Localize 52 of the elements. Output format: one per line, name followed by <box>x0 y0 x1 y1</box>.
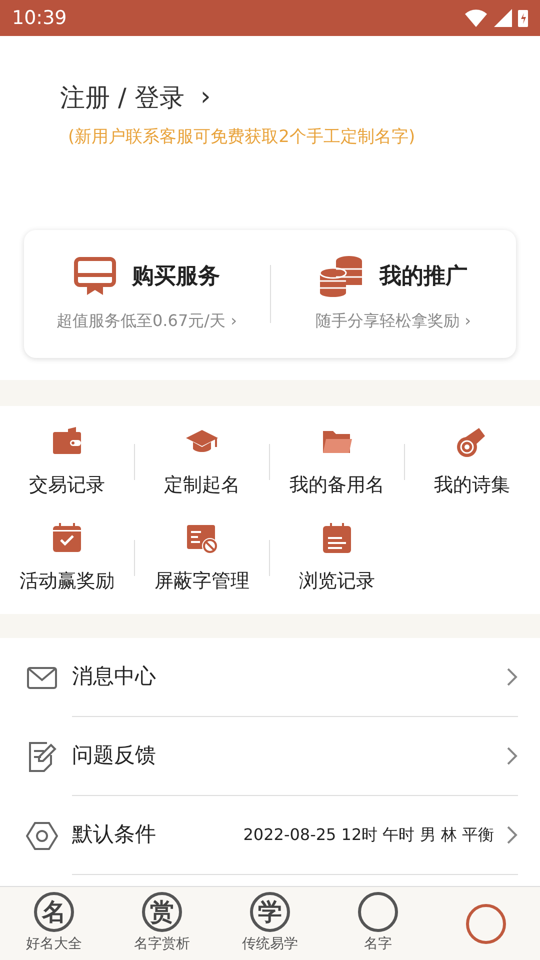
grid-entry[interactable]: 浏览记录 <box>270 520 404 596</box>
chevron-right-icon <box>506 746 518 766</box>
signal-icon <box>494 9 512 27</box>
service-subtitle: 超值服务低至0.67元/天 › <box>56 310 237 332</box>
grid-entry[interactable]: 活动赢奖励 <box>0 520 134 596</box>
menu-item[interactable]: 默认条件 2022-08-25 12时 午时 男 林 平衡 <box>0 796 540 875</box>
coins-icon <box>319 255 364 297</box>
menu-item[interactable]: 问题反馈 <box>0 717 540 796</box>
chevron-right-icon <box>506 667 518 687</box>
battery-icon <box>518 9 528 27</box>
mail-icon <box>26 664 58 690</box>
grid-label: 定制起名 <box>164 472 240 498</box>
ink-seal-icon <box>358 892 398 932</box>
nav-tab[interactable]: 学 传统易学 <box>216 892 324 955</box>
ticket-icon <box>74 255 116 297</box>
grid-entry[interactable]: 定制起名 <box>135 424 269 500</box>
grid-label: 我的备用名 <box>290 472 384 498</box>
seal-icon <box>466 904 506 944</box>
nav-tab[interactable]: 名字 <box>324 892 432 955</box>
menu-label: 消息中心 <box>72 663 156 690</box>
grid-entry[interactable]: 交易记录 <box>0 424 134 500</box>
grid-label: 我的诗集 <box>434 472 510 498</box>
service-title: 购买服务 <box>132 262 220 290</box>
grid-label: 交易记录 <box>29 472 105 498</box>
grid-label: 屏蔽字管理 <box>154 568 250 594</box>
grid-label: 浏览记录 <box>299 568 375 594</box>
wifi-icon <box>464 9 488 27</box>
service-subtitle: 随手分享轻松拿奖励 › <box>316 310 471 332</box>
service-entry[interactable]: 我的推广 随手分享轻松拿奖励 › <box>270 255 516 333</box>
menu-label: 问题反馈 <box>72 742 156 770</box>
status-time: 10:39 <box>12 6 67 31</box>
menu-label: 默认条件 <box>72 821 156 848</box>
edit-icon <box>27 740 57 772</box>
ink-seal-icon: 赏 <box>142 892 182 932</box>
promo-text: (新用户联系客服可免费获取2个手工定制名字) <box>68 126 416 149</box>
menu-value: 2022-08-25 12时 午时 男 林 平衡 <box>243 824 494 846</box>
nav-tab[interactable]: 赏 名字赏析 <box>108 892 216 955</box>
ink-seal-icon: 学 <box>250 892 290 932</box>
notepad-icon <box>320 520 354 555</box>
menu-item[interactable]: 消息中心 <box>0 638 540 717</box>
grid-label: 活动赢奖励 <box>20 568 114 594</box>
service-entry[interactable]: 购买服务 超值服务低至0.67元/天 › <box>24 255 270 333</box>
login-link[interactable]: 注册 / 登录 › <box>60 78 211 117</box>
chevron-right-icon <box>506 825 518 845</box>
service-title: 我的推广 <box>379 262 468 290</box>
hexagon-settings-icon <box>26 820 58 850</box>
grid-entry[interactable]: 我的备用名 <box>270 424 404 500</box>
calendar-icon <box>50 520 84 555</box>
grid-entry[interactable]: 我的诗集 <box>405 424 539 500</box>
ink-seal-icon: 名 <box>34 892 74 932</box>
nav-tab[interactable]: 名 好名大全 <box>0 892 108 955</box>
grid-entry[interactable]: 屏蔽字管理 <box>135 520 269 596</box>
